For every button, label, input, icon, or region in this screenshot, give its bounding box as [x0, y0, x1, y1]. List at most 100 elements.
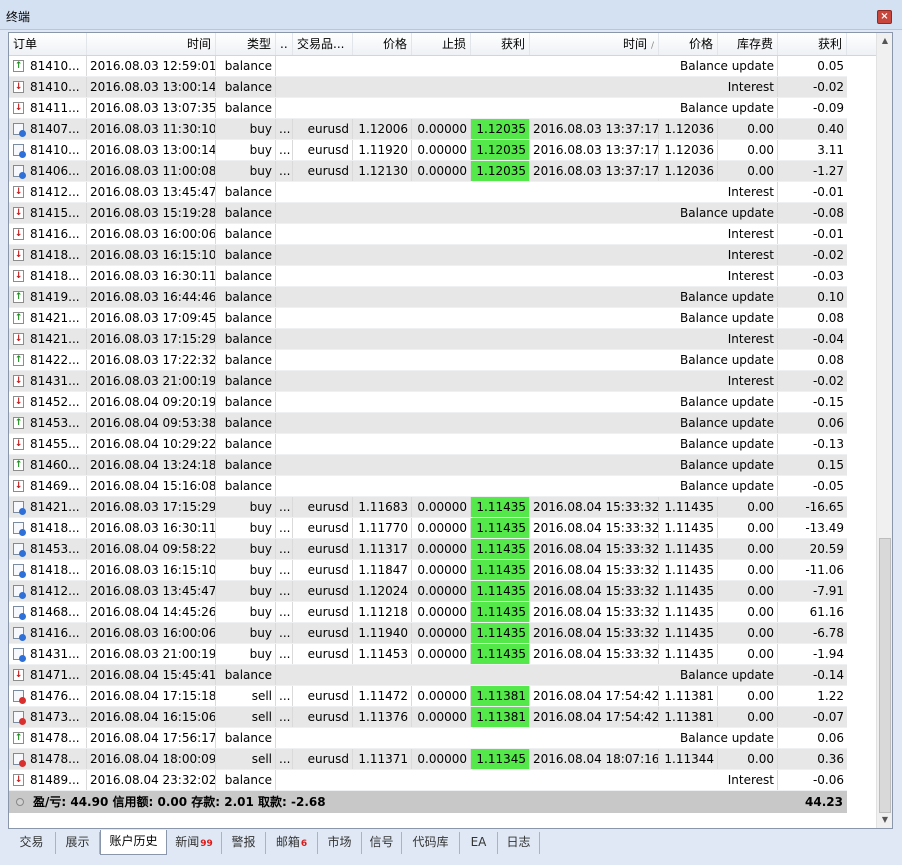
- scroll-down-icon[interactable]: ▼: [877, 812, 893, 828]
- close-time-cell: 2016.08.04 17:54:42: [530, 707, 659, 727]
- table-row[interactable]: ↓ 81431... 2016.08.03 21:00:19 balance Inter…: [9, 371, 847, 392]
- buy-order-icon: [13, 543, 26, 557]
- comment-cell: Interest: [276, 329, 778, 349]
- buy-order-icon: [13, 585, 26, 599]
- tab-label: 邮箱: [275, 835, 300, 849]
- table-row[interactable]: 81431... 2016.08.03 21:00:19 buy... eurusd 1…: [9, 644, 847, 665]
- table-row[interactable]: ↓ 81452... 2016.08.04 09:20:19 balance Balan…: [9, 392, 847, 413]
- order-cell: 81478...: [27, 749, 87, 769]
- open-time-cell: 2016.08.03 13:07:35: [87, 98, 216, 118]
- table-row[interactable]: 81418... 2016.08.03 16:30:11 buy... eurusd 1…: [9, 518, 847, 539]
- tab-4[interactable]: 新闻99: [167, 832, 222, 854]
- type-cell: sell: [216, 707, 276, 727]
- tab-7[interactable]: 市场: [318, 832, 362, 854]
- table-row[interactable]: ↓ 81455... 2016.08.04 10:29:22 balance Balan…: [9, 434, 847, 455]
- table-row[interactable]: ↓ 81418... 2016.08.03 16:30:11 balance Inter…: [9, 266, 847, 287]
- table-row[interactable]: 81476... 2016.08.04 17:15:18 sell... eurusd…: [9, 686, 847, 707]
- tab-5[interactable]: 警报: [222, 832, 266, 854]
- profit-cell: -0.01: [812, 185, 844, 199]
- tp-cell: 1.11435: [471, 581, 530, 601]
- open-time-cell: 2016.08.03 21:00:19: [87, 644, 216, 664]
- table-row[interactable]: 81468... 2016.08.04 14:45:26 buy... eurusd 1…: [9, 602, 847, 623]
- table-row[interactable]: ↓ 81415... 2016.08.03 15:19:28 balance Balan…: [9, 203, 847, 224]
- tab-9[interactable]: 代码库: [402, 832, 460, 854]
- summary-row: 盈/亏: 44.90 信用额: 0.00 存款: 2.01 取款: -2.68 …: [9, 791, 847, 813]
- table-row[interactable]: ↓ 81469... 2016.08.04 15:16:08 balance Balan…: [9, 476, 847, 497]
- size-cell: ...: [276, 140, 293, 160]
- table-row[interactable]: 81410... 2016.08.03 13:00:14 buy... eurusd 1…: [9, 140, 847, 161]
- comment-cell: Balance update: [276, 56, 778, 76]
- close-price-cell: 1.12036: [659, 119, 718, 139]
- profit-cell: 20.59: [809, 542, 844, 556]
- col-open-price[interactable]: 价格: [353, 33, 412, 55]
- close-time-cell: 2016.08.04 15:33:32: [530, 539, 659, 559]
- profit-cell: 0.36: [817, 752, 844, 766]
- tab-label: 警报: [231, 835, 256, 849]
- table-row[interactable]: ↓ 81489... 2016.08.04 23:32:02 balance Inter…: [9, 770, 847, 791]
- profit-cell: -7.91: [812, 584, 844, 598]
- tab-10[interactable]: EA: [460, 832, 498, 854]
- table-row[interactable]: ↑ 81460... 2016.08.04 13:24:18 balance Balan…: [9, 455, 847, 476]
- tp-cell: 1.11435: [471, 560, 530, 580]
- table-row[interactable]: ↑ 81422... 2016.08.03 17:22:32 balance Balan…: [9, 350, 847, 371]
- table-row[interactable]: 81473... 2016.08.04 16:15:06 sell... eurusd…: [9, 707, 847, 728]
- table-row[interactable]: ↑ 81419... 2016.08.03 16:44:46 balance Balan…: [9, 287, 847, 308]
- col-order[interactable]: 订单: [9, 33, 87, 55]
- col-open-time[interactable]: 时间: [87, 33, 216, 55]
- table-row[interactable]: 81407... 2016.08.03 11:30:10 buy... eurusd 1…: [9, 119, 847, 140]
- table-row[interactable]: 81416... 2016.08.03 16:00:06 buy... eurusd 1…: [9, 623, 847, 644]
- order-dot-icon: [19, 130, 26, 137]
- tab-8[interactable]: 信号: [362, 832, 402, 854]
- order-cell: 81452...: [27, 392, 87, 412]
- profit-cell: -0.14: [812, 668, 844, 682]
- table-row[interactable]: 81478... 2016.08.04 18:00:09 sell... eurusd…: [9, 749, 847, 770]
- swap-cell: 0.00: [718, 140, 778, 160]
- type-cell: balance: [216, 329, 276, 349]
- col-close-price[interactable]: 价格: [659, 33, 718, 55]
- table-row[interactable]: ↓ 81471... 2016.08.04 15:45:41 balance Balan…: [9, 665, 847, 686]
- table-row[interactable]: ↓ 81421... 2016.08.03 17:15:29 balance Inter…: [9, 329, 847, 350]
- scroll-up-icon[interactable]: ▲: [877, 33, 893, 49]
- col-tp[interactable]: 获利: [471, 33, 530, 55]
- close-time-cell: 2016.08.04 17:54:42: [530, 686, 659, 706]
- table-row[interactable]: ↑ 81410... 2016.08.03 12:59:01 balance Balan…: [9, 56, 847, 77]
- table-row[interactable]: 81418... 2016.08.03 16:15:10 buy... eurusd 1…: [9, 560, 847, 581]
- open-price-cell: 1.11317: [353, 539, 412, 559]
- col-symbol[interactable]: 交易品...: [293, 33, 353, 55]
- tab-6[interactable]: 邮箱6: [266, 832, 318, 854]
- table-row[interactable]: 81453... 2016.08.04 09:58:22 buy... eurusd 1…: [9, 539, 847, 560]
- profit-cell: -0.08: [812, 206, 844, 220]
- window-titlebar: 终端 ×: [0, 0, 902, 30]
- table-row[interactable]: ↓ 81418... 2016.08.03 16:15:10 balance Inter…: [9, 245, 847, 266]
- tab-11[interactable]: 日志: [498, 832, 540, 854]
- open-time-cell: 2016.08.03 16:15:10: [87, 245, 216, 265]
- col-size[interactable]: ..: [276, 33, 293, 55]
- profit-cell: -0.02: [812, 374, 844, 388]
- order-cell: 81406...: [27, 161, 87, 181]
- close-price-cell: 1.12036: [659, 161, 718, 181]
- table-row[interactable]: ↓ 81410... 2016.08.03 13:00:14 balance Inter…: [9, 77, 847, 98]
- col-swap[interactable]: 库存费: [718, 33, 778, 55]
- tab-1[interactable]: 交易: [8, 832, 56, 854]
- col-type[interactable]: 类型: [216, 33, 276, 55]
- type-cell: buy: [216, 518, 276, 538]
- close-button[interactable]: ×: [877, 10, 892, 24]
- table-row[interactable]: 81412... 2016.08.03 13:45:47 buy... eurusd 1…: [9, 581, 847, 602]
- col-sl[interactable]: 止损: [412, 33, 471, 55]
- table-row[interactable]: ↑ 81453... 2016.08.04 09:53:38 balance Balan…: [9, 413, 847, 434]
- table-row[interactable]: ↓ 81412... 2016.08.03 13:45:47 balance Inter…: [9, 182, 847, 203]
- scroll-thumb[interactable]: [879, 538, 891, 813]
- table-row[interactable]: ↓ 81411... 2016.08.03 13:07:35 balance Balan…: [9, 98, 847, 119]
- vertical-scrollbar[interactable]: ▲ ▼: [876, 33, 892, 828]
- table-row[interactable]: ↓ 81416... 2016.08.03 16:00:06 balance Inter…: [9, 224, 847, 245]
- tab-2[interactable]: 展示: [56, 832, 100, 854]
- tab-3[interactable]: 账户历史: [100, 830, 167, 855]
- table-row[interactable]: ↑ 81478... 2016.08.04 17:56:17 balance Balan…: [9, 728, 847, 749]
- table-row[interactable]: 81406... 2016.08.03 11:00:08 buy... eurusd 1…: [9, 161, 847, 182]
- profit-cell: -11.06: [805, 563, 844, 577]
- table-row[interactable]: 81421... 2016.08.03 17:15:29 buy... eurusd 1…: [9, 497, 847, 518]
- order-dot-icon: [19, 634, 26, 641]
- col-profit[interactable]: 获利: [778, 33, 847, 55]
- col-close-time[interactable]: 时间 /: [530, 33, 659, 55]
- table-row[interactable]: ↑ 81421... 2016.08.03 17:09:45 balance Balan…: [9, 308, 847, 329]
